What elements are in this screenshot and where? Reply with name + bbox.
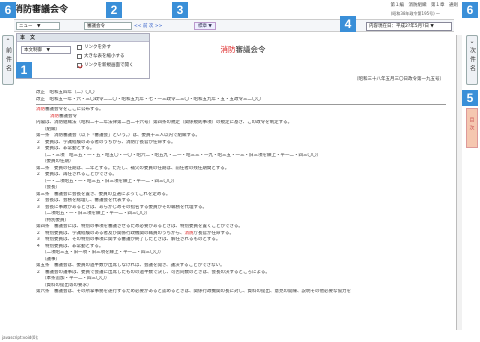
chevron-up-icon: ⌃ — [5, 38, 11, 45]
option-remove-links[interactable]: リンクを外す — [77, 43, 149, 52]
separator — [36, 104, 446, 105]
promulgation-number: 〔昭和三十八年五月三〇日政令第一九五号〕 — [354, 77, 444, 82]
text-control-select[interactable]: 本文制御 ▼ — [21, 46, 71, 54]
prev-document-label: 前件名 — [4, 47, 12, 74]
view-select[interactable]: ニュー ▼ — [16, 22, 60, 30]
option-label: リンクを外す — [84, 45, 111, 50]
body-lines: 改正 昭和五四年（二）〇〇 改正 昭和五一年・六・三〇政令二二〇・昭和五九年・七・… — [36, 90, 446, 296]
callout-2: 2 — [106, 2, 122, 18]
checkbox[interactable] — [77, 45, 82, 50]
callout-1: 1 — [16, 62, 32, 78]
date-label: 内容現在日： — [369, 24, 396, 29]
breadcrumb: 第１編 消防組織 第１章 通則 — [390, 3, 459, 8]
body-line: 第六条 審議会は、その所掌事務を遂行するため必要があると認めるときは、関係行政機… — [36, 289, 351, 294]
dropdown-header: 本 文 — [17, 34, 149, 42]
prev-next-links[interactable]: << 前 次 >> — [134, 23, 162, 29]
text-control-dropdown: 本 文 本文制御 ▼ リンクを外す 大きな表を縮小する リンクを新規画面で開く — [16, 33, 150, 79]
toc-label: 目次 — [468, 117, 475, 133]
callout-5: 5 — [462, 90, 478, 106]
dropdown-options: リンクを外す 大きな表を縮小する リンクを新規画面で開く — [77, 43, 149, 70]
option-open-new-window[interactable]: リンクを新規画面で開く — [77, 61, 149, 70]
option-shrink-tables[interactable]: 大きな表を縮小する — [77, 52, 149, 61]
keyword-highlight: 消防 — [184, 230, 194, 236]
option-label: 大きな表を縮小する — [84, 54, 125, 59]
page-title: 消防審議会令 — [14, 5, 69, 15]
callout-6-left: 6 — [0, 2, 16, 18]
next-document-label: 次件名 — [468, 47, 476, 74]
title-rest: 審議会令 — [235, 45, 266, 54]
scrollbar[interactable] — [456, 35, 462, 330]
document-body: 消防審議会令 〔昭和三十八年五月三〇日政令第一九五号〕 改正 昭和五四年（二）〇… — [30, 35, 456, 330]
toc-button[interactable]: 目次 — [466, 108, 478, 148]
prev-document-nav[interactable]: ⌃ 前件名 — [2, 35, 14, 85]
body-line: 改正 昭和五一年・六・三〇政令二二〇・昭和五九年・七・一三政令二三〇・昭和五九年… — [36, 96, 261, 102]
callout-6-right: 6 — [462, 2, 478, 18]
date-value: 平成2?年5月?日 ▼ — [396, 24, 434, 29]
chevron-down-icon: ⌄ — [469, 38, 475, 45]
option-label: リンクを新規画面で開く — [84, 63, 134, 68]
search-input[interactable]: 審議会令 — [84, 22, 132, 30]
law-reference: (昭和38年政令第195号) 〜 — [390, 11, 440, 16]
date-select[interactable]: 内容現在日：平成2?年5月?日 ▼ — [366, 22, 452, 31]
title-highlight: 消防 — [220, 45, 236, 54]
callout-3: 3 — [172, 2, 188, 18]
next-document-nav[interactable]: ⌄ 次件名 — [466, 35, 478, 85]
checkbox[interactable] — [77, 54, 82, 59]
mark-button[interactable]: 標章 ▼ — [194, 22, 216, 30]
toolbar: ニュー ▼ 審議会令 << 前 次 >> 標章 ▼ 内容現在日：平成2?年5月?… — [14, 19, 454, 32]
keyword-highlight: 消防 — [36, 107, 45, 112]
callout-4: 4 — [340, 16, 356, 32]
keyword-highlight: 消防 — [50, 113, 59, 119]
checkbox-checked[interactable] — [77, 63, 82, 68]
status-bar: javascript:void(0); — [2, 335, 39, 340]
